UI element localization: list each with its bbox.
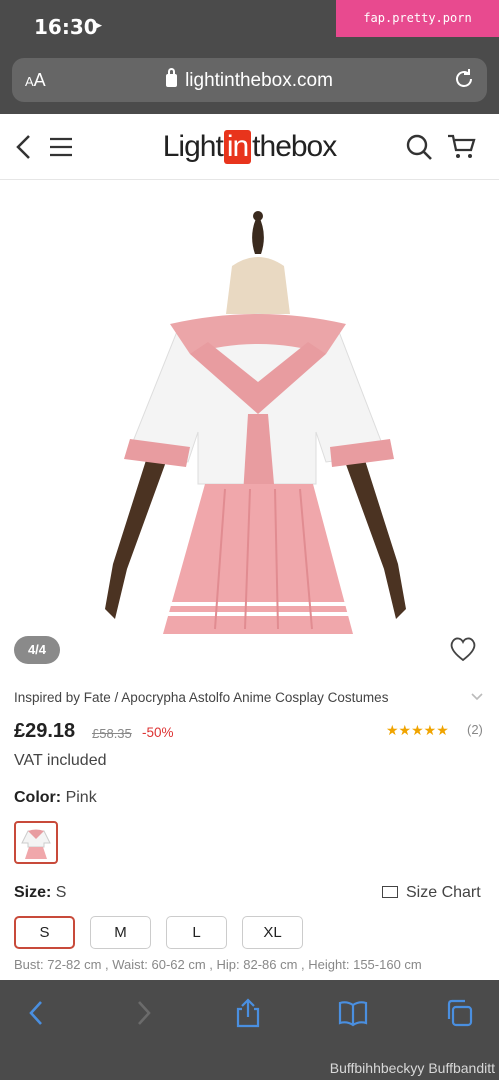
location-arrow-icon: ➤	[91, 17, 103, 33]
size-option-s[interactable]: S	[14, 916, 75, 949]
site-header: Light in thebox	[0, 114, 499, 180]
chevron-down-icon[interactable]	[470, 692, 484, 702]
image-counter: 4/4	[14, 636, 60, 664]
original-price: £58.35	[92, 726, 132, 741]
screen: 16:30 ➤ fap.pretty.porn AA lightinthebox…	[0, 0, 499, 1080]
review-count[interactable]: (2)	[467, 722, 483, 737]
search-icon[interactable]	[405, 133, 433, 161]
size-selector-label: Size: S	[14, 884, 67, 901]
back-icon[interactable]	[22, 998, 52, 1028]
web-page: Light in thebox 4/4 Inspired by Fate / A…	[0, 114, 499, 980]
status-bar: 16:30 ➤ fap.pretty.porn	[0, 0, 499, 54]
ruler-icon	[382, 886, 398, 898]
discount-badge: -50%	[142, 725, 174, 740]
vat-note: VAT included	[14, 752, 107, 769]
url-text: lightinthebox.com	[185, 70, 333, 91]
cart-icon[interactable]	[447, 133, 477, 161]
watermark: Buffbihhbeckyy Buffbanditt	[329, 1060, 495, 1076]
lock-icon	[166, 68, 178, 87]
product-image[interactable]	[0, 204, 499, 654]
product-title[interactable]: Inspired by Fate / Apocrypha Astolfo Ani…	[14, 690, 388, 705]
overlay-tag: fap.pretty.porn	[336, 0, 499, 37]
size-option-m[interactable]: M	[90, 916, 151, 949]
address-bar[interactable]: AA lightinthebox.com	[12, 58, 487, 102]
browser-toolbar: Buffbihhbeckyy Buffbanditt	[0, 980, 499, 1080]
tabs-icon[interactable]	[444, 998, 474, 1028]
rating-stars[interactable]: ★★★★★	[386, 722, 449, 739]
reload-icon[interactable]	[451, 66, 477, 92]
color-swatch-pink[interactable]	[14, 821, 58, 864]
color-selector-label: Color: Pink	[14, 789, 97, 806]
swatch-thumbnail-icon	[21, 829, 51, 859]
size-option-xl[interactable]: XL	[242, 916, 303, 949]
size-chart-link[interactable]: Size Chart	[382, 884, 481, 902]
forward-icon[interactable]	[128, 998, 158, 1028]
status-time: 16:30	[34, 15, 98, 39]
size-option-l[interactable]: L	[166, 916, 227, 949]
size-measurements: Bust: 72-82 cm , Waist: 60-62 cm , Hip: …	[14, 957, 422, 972]
bookmarks-icon[interactable]	[338, 998, 368, 1028]
share-icon[interactable]	[233, 998, 263, 1028]
browser-bar: AA lightinthebox.com	[0, 54, 499, 114]
product-price: £29.18	[14, 720, 76, 742]
wishlist-heart-icon[interactable]	[449, 636, 477, 662]
